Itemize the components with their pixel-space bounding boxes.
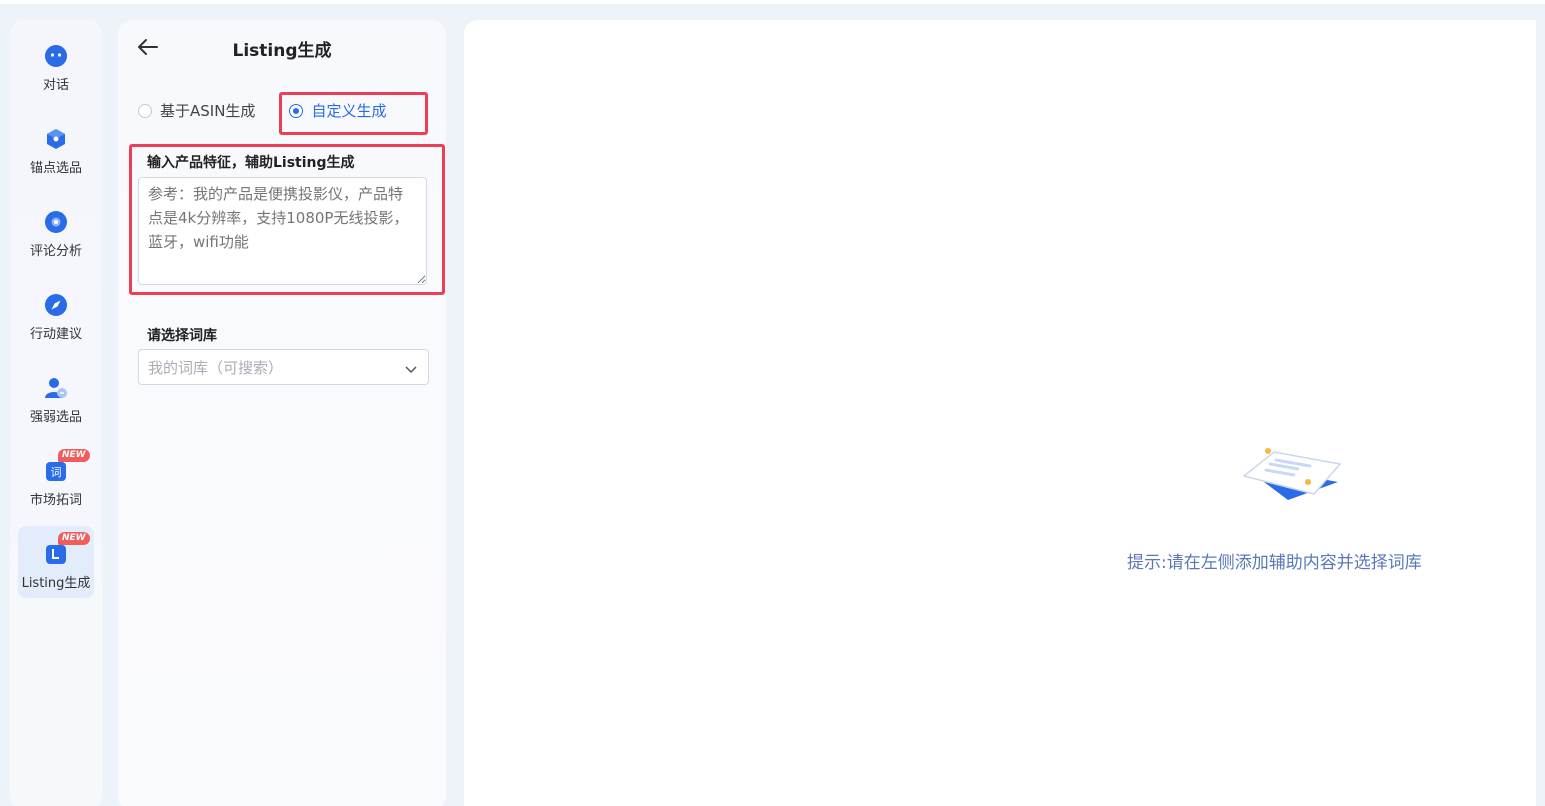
listing-form-panel: Listing生成 基于ASIN生成 自定义生成 输入产品特征，辅助Listin… <box>118 20 446 806</box>
feature-field-label: 输入产品特征，辅助Listing生成 <box>147 155 355 171</box>
sidebar-item-chat[interactable]: 对话 <box>18 28 94 100</box>
sidebar: 对话 锚点选品 评论分析 行动建议 强弱选品 词 NEW 市场拓词 NEW Li… <box>10 20 102 806</box>
page-title: Listing生成 <box>232 41 332 61</box>
top-strip <box>0 0 1545 4</box>
listing-icon: NEW <box>44 532 90 566</box>
sidebar-item-listing-generation[interactable]: NEW Listing生成 <box>18 526 94 598</box>
sidebar-item-action-advice[interactable]: 行动建议 <box>18 277 94 349</box>
sidebar-item-label: 市场拓词 <box>29 493 82 508</box>
sidebar-item-strength-selection[interactable]: 强弱选品 <box>18 360 94 432</box>
review-analysis-icon <box>44 210 68 234</box>
sidebar-item-label: 强弱选品 <box>29 410 82 425</box>
user-compare-icon <box>44 376 68 400</box>
product-feature-textarea[interactable] <box>138 177 427 285</box>
sidebar-item-label: 锚点选品 <box>29 161 82 176</box>
lexicon-select[interactable]: 我的词库（可搜索） <box>138 349 429 385</box>
lexicon-select-placeholder: 我的词库（可搜索） <box>148 358 284 377</box>
radio-asin-generation[interactable]: 基于ASIN生成 <box>138 100 255 121</box>
sidebar-item-label: 行动建议 <box>29 327 82 342</box>
main-content: 提示:请在左侧添加辅助内容并选择词库 <box>464 20 1536 806</box>
lexicon-field-label: 请选择词库 <box>147 328 217 344</box>
sidebar-item-market-keywords[interactable]: 词 NEW 市场拓词 <box>18 443 94 515</box>
sidebar-item-label: Listing生成 <box>21 576 91 591</box>
empty-document-icon <box>1236 442 1346 504</box>
word-expansion-icon: 词 NEW <box>44 449 90 483</box>
sidebar-item-anchor-selection[interactable]: 锚点选品 <box>18 111 94 183</box>
empty-state-hint: 提示:请在左侧添加辅助内容并选择词库 <box>1127 553 1422 573</box>
annotation-highlight-box <box>279 92 428 135</box>
new-badge: NEW <box>58 449 90 462</box>
compass-icon <box>44 293 68 317</box>
new-badge: NEW <box>58 532 90 545</box>
cube-icon <box>44 127 68 151</box>
chevron-down-icon <box>404 361 418 375</box>
radio-dot <box>138 103 152 118</box>
sidebar-item-label: 评论分析 <box>29 244 82 259</box>
chat-bubble-icon <box>44 44 68 68</box>
sidebar-item-label: 对话 <box>42 78 69 93</box>
sidebar-item-review-analysis[interactable]: 评论分析 <box>18 194 94 266</box>
svg-text:词: 词 <box>51 466 62 479</box>
radio-label: 基于ASIN生成 <box>160 102 256 120</box>
